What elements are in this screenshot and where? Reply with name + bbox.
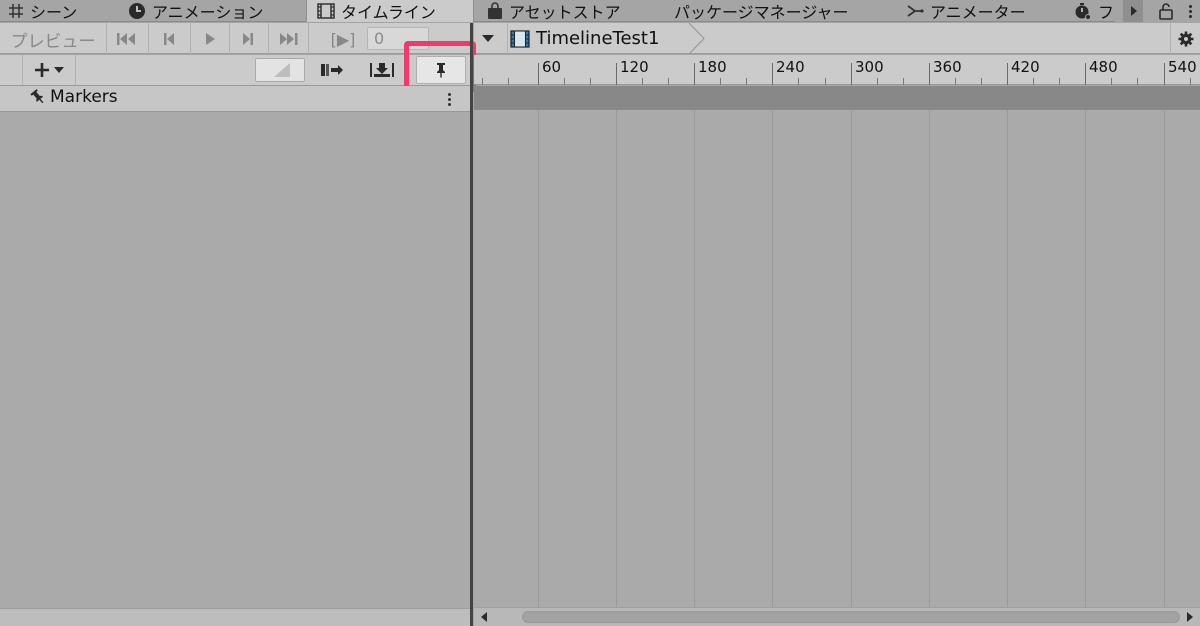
zoom-slider[interactable] bbox=[255, 58, 305, 82]
time-ruler[interactable]: 60 120 180 240 300 360 420 480 540 bbox=[474, 55, 1200, 85]
grid-line bbox=[616, 110, 617, 607]
grid-line bbox=[929, 110, 930, 607]
tab-label: タイムライン bbox=[341, 3, 436, 22]
tab-scroll-right-icon[interactable] bbox=[1122, 0, 1143, 22]
animator-icon bbox=[907, 5, 924, 17]
next-frame-icon bbox=[243, 33, 253, 45]
tab-label: アニメーション bbox=[152, 3, 264, 22]
next-frame-button[interactable] bbox=[232, 26, 264, 52]
scroll-right-icon[interactable] bbox=[1186, 612, 1194, 622]
ruler-label: 360 bbox=[933, 58, 962, 76]
film-icon bbox=[317, 3, 335, 19]
previous-frame-icon bbox=[164, 33, 174, 45]
grid-line bbox=[1007, 110, 1008, 607]
ramp-icon bbox=[274, 63, 290, 77]
play-button[interactable] bbox=[194, 26, 226, 52]
window-controls bbox=[1115, 0, 1200, 22]
shopping-bag-icon bbox=[488, 2, 502, 19]
ruler-label: 420 bbox=[1011, 58, 1040, 76]
tab-animation[interactable]: アニメーション bbox=[128, 0, 300, 22]
tab-scene[interactable]: シーン bbox=[8, 0, 116, 22]
tab-asset-store[interactable]: アセットストア bbox=[487, 0, 643, 22]
grid-icon bbox=[9, 4, 23, 18]
lock-icon[interactable] bbox=[1158, 2, 1174, 20]
ruler-label: 60 bbox=[542, 58, 562, 76]
play-range-button[interactable]: [▶] bbox=[326, 26, 360, 52]
grid-line bbox=[538, 110, 539, 607]
tab-label: フ bbox=[1098, 3, 1115, 22]
settings-button[interactable] bbox=[1170, 23, 1200, 54]
panel-divider[interactable] bbox=[470, 23, 473, 626]
tab-animator[interactable]: アニメーター bbox=[906, 0, 1042, 22]
track-toolbar bbox=[0, 55, 472, 86]
add-track-button[interactable] bbox=[22, 55, 76, 85]
snap-icon bbox=[370, 63, 394, 77]
tab-package-manager[interactable]: パッケージマネージャー bbox=[674, 0, 878, 22]
ripple-edit-button[interactable] bbox=[312, 55, 352, 85]
ruler-label: 180 bbox=[698, 58, 727, 76]
ruler-label: 300 bbox=[855, 58, 884, 76]
track-header-markers[interactable]: Markers bbox=[0, 86, 472, 112]
ruler-label: 240 bbox=[776, 58, 805, 76]
profiler-icon bbox=[1075, 3, 1091, 20]
timeline-asset-icon bbox=[510, 29, 530, 48]
grid-line bbox=[851, 110, 852, 607]
go-to-start-icon bbox=[117, 33, 135, 45]
tab-label: アセットストア bbox=[509, 3, 621, 22]
grid-line bbox=[1164, 110, 1165, 607]
track-label: Markers bbox=[30, 87, 118, 107]
snap-button[interactable] bbox=[362, 55, 402, 85]
track-list-footer bbox=[0, 608, 472, 626]
current-frame-field[interactable]: 0 bbox=[367, 27, 429, 50]
grid-line bbox=[772, 110, 773, 607]
pin-icon bbox=[30, 89, 44, 104]
grid-line bbox=[1085, 110, 1086, 607]
ruler-label: 540 bbox=[1168, 58, 1197, 76]
playback-toolbar: プレビュー [▶] 0 bbox=[0, 23, 472, 54]
scroll-left-icon[interactable] bbox=[480, 612, 488, 622]
timeline-content-area[interactable] bbox=[474, 110, 1200, 607]
clock-icon bbox=[129, 3, 145, 19]
tab-label: シーン bbox=[30, 3, 78, 22]
preview-button[interactable]: プレビュー bbox=[2, 26, 104, 52]
dropdown-arrow-icon[interactable] bbox=[480, 31, 496, 45]
grid-line bbox=[694, 110, 695, 607]
gear-icon bbox=[1178, 31, 1193, 46]
tab-profiler[interactable]: フ bbox=[1074, 0, 1116, 22]
breadcrumb-timeline-name: TimelineTest1 bbox=[536, 28, 660, 49]
marker-lane[interactable] bbox=[474, 86, 1200, 110]
play-icon bbox=[206, 33, 215, 45]
ruler-label: 120 bbox=[620, 58, 649, 76]
track-name: Markers bbox=[50, 87, 118, 107]
breadcrumb-bar: TimelineTest1 bbox=[474, 23, 1200, 54]
go-to-end-icon bbox=[280, 33, 298, 45]
go-to-end-button[interactable] bbox=[272, 26, 304, 52]
track-menu-icon[interactable] bbox=[444, 90, 454, 108]
tab-label: パッケージマネージャー bbox=[674, 3, 849, 22]
go-to-start-button[interactable] bbox=[110, 26, 144, 52]
pin-icon bbox=[437, 63, 445, 78]
tab-label: アニメーター bbox=[930, 3, 1026, 22]
breadcrumb-chevron-icon bbox=[688, 23, 705, 54]
ripple-edit-icon bbox=[321, 64, 343, 76]
tab-bar: シーン アニメーション タイムライン アセットストア パッケージマネージャー ア… bbox=[0, 0, 1200, 22]
tab-timeline[interactable]: タイムライン bbox=[306, 0, 474, 22]
plus-icon bbox=[35, 63, 49, 77]
chevron-down-icon bbox=[54, 67, 64, 73]
timeline-window: シーン アニメーション タイムライン アセットストア パッケージマネージャー ア… bbox=[0, 0, 1200, 626]
track-list-area[interactable] bbox=[0, 112, 472, 608]
scrollbar-thumb[interactable] bbox=[522, 611, 1180, 623]
ruler-label: 480 bbox=[1089, 58, 1118, 76]
horizontal-scrollbar[interactable] bbox=[474, 607, 1200, 626]
previous-frame-button[interactable] bbox=[152, 26, 186, 52]
marker-track-toggle-button[interactable] bbox=[416, 56, 466, 84]
more-menu-icon[interactable] bbox=[1189, 4, 1193, 18]
breadcrumb[interactable]: TimelineTest1 bbox=[510, 25, 677, 52]
